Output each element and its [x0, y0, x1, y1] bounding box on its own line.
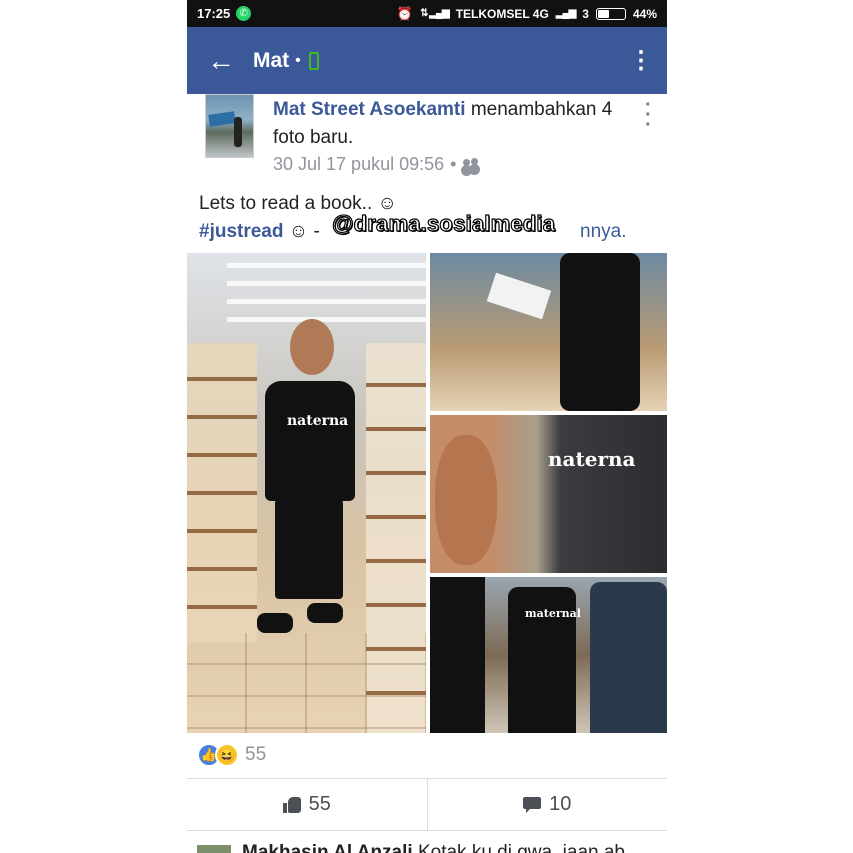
person-shoe-left [257, 613, 293, 633]
comment-body: Kotak ku di gwa, jaan ab [412, 842, 625, 853]
post-header: Mat Street Asoekamti menambahkan 4 foto … [187, 94, 667, 184]
photo-3[interactable]: naterna [430, 415, 667, 573]
sim-label: 3 [582, 6, 589, 21]
friends-audience-icon [462, 157, 480, 172]
post-text-line2-rest: ☺ - [283, 221, 326, 242]
battery-label: 44% [632, 6, 657, 21]
battery-fill [597, 9, 610, 18]
post-options-icon[interactable]: · · · [645, 95, 652, 135]
alarm-icon: ⏰ [396, 5, 414, 21]
battery-icon [595, 7, 626, 20]
photo2-book [486, 272, 552, 320]
mention-tail-link[interactable]: nnya. [580, 221, 626, 242]
author-name-link[interactable]: Mat Street Asoekamti [273, 99, 466, 120]
photo4-person-3 [590, 582, 667, 733]
app-bar: ← Mat • ⋮ [187, 27, 667, 94]
post-actions: 55 10 [187, 778, 667, 830]
haha-reaction-icon: 😆 [215, 743, 239, 767]
commenter-avatar[interactable] [197, 845, 231, 853]
person-legs [275, 499, 343, 599]
meta-dot: • [450, 154, 457, 174]
avatar-figure [234, 117, 242, 147]
floor-tiles [187, 633, 426, 733]
photo2-person [560, 253, 640, 411]
hashtag-link[interactable]: #justread [199, 221, 283, 242]
person-head [290, 319, 334, 375]
person-shoe-right [307, 603, 343, 623]
post-headline: Mat Street Asoekamti menambahkan 4 foto … [273, 96, 635, 152]
status-right: ⏰ ⇅ ▂▄▆ TELKOMSEL 4G ▂▄▆ 3 44% [397, 6, 657, 22]
comment-count: 10 [549, 793, 572, 815]
page-title: Mat [253, 48, 290, 72]
person-torso [265, 381, 355, 501]
status-time: 17:25 [197, 6, 231, 21]
post-meta: 30 Jul 17 pukul 09:56 • [273, 154, 480, 175]
back-arrow-icon[interactable]: ← [207, 46, 237, 75]
photo-2[interactable] [430, 253, 667, 411]
photo3-face [435, 435, 497, 565]
mobile-status-icon [308, 51, 319, 70]
commenter-name[interactable]: Makhasin Al Anzali [242, 842, 413, 853]
tee-print-1: naterna [287, 413, 349, 429]
photo-1[interactable]: naterna [187, 253, 426, 733]
comment-icon [523, 796, 542, 813]
thumbs-up-icon [282, 796, 301, 813]
watermark-text: @drama.sosialmedia [331, 210, 556, 236]
reactions-summary[interactable]: 👍 😆 55 [197, 743, 266, 767]
whatsapp-notification-icon: ✆ [236, 6, 252, 21]
like-button[interactable]: 55 [187, 779, 427, 830]
like-count: 55 [308, 793, 331, 815]
overflow-menu-icon[interactable]: ⋮ [629, 48, 653, 73]
avatar-graffiti [208, 111, 236, 127]
carrier-label: TELKOMSEL 4G [455, 6, 549, 21]
reaction-count: 55 [245, 744, 267, 765]
photo-grid: naterna naterna maternal [187, 253, 667, 733]
author-avatar[interactable] [205, 94, 254, 158]
photo-4[interactable]: maternal [430, 577, 667, 733]
tee-print-3: naterna [548, 447, 636, 471]
comment-preview[interactable]: Makhasin Al Anzali Kotak ku di gwa, jaan… [187, 830, 667, 853]
phone-screen: 17:25 ✆ ⏰ ⇅ ▂▄▆ TELKOMSEL 4G ▂▄▆ 3 44% ←… [187, 0, 667, 853]
bookshelf-left [187, 343, 257, 643]
ceiling-lights [227, 263, 426, 333]
post-timestamp[interactable]: 30 Jul 17 pukul 09:56 [273, 154, 444, 175]
signal-icon: ⇅ ▂▄▆ [420, 8, 450, 19]
comment-button[interactable]: 10 [426, 779, 668, 830]
status-bar: 17:25 ✆ ⏰ ⇅ ▂▄▆ TELKOMSEL 4G ▂▄▆ 3 44% [187, 0, 667, 27]
comment-text-line: Makhasin Al Anzali Kotak ku di gwa, jaan… [242, 842, 625, 853]
title-separator: • [295, 51, 301, 69]
photo4-person-1 [430, 577, 485, 733]
signal-icon-2: ▂▄▆ [555, 8, 576, 19]
tee-print-4: maternal [525, 607, 581, 620]
